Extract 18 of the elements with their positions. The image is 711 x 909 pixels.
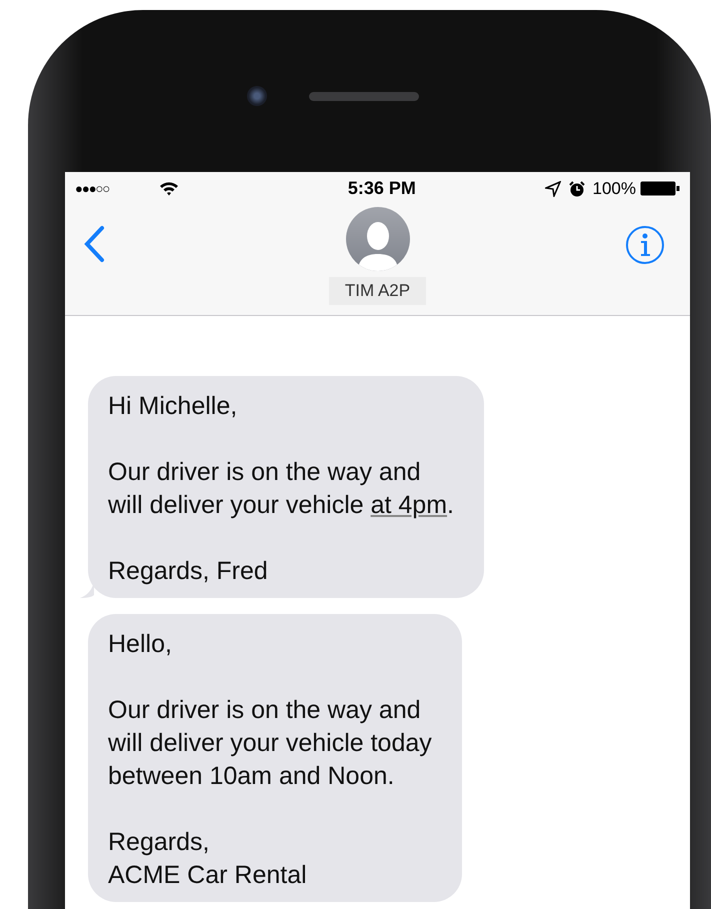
alarm-clock-icon xyxy=(568,180,585,196)
camera-icon xyxy=(247,86,267,106)
clock-time: 5:36 PM xyxy=(346,177,417,200)
message-text: Hi Michelle, xyxy=(108,391,238,422)
message-text: Our driver is on the way and will deliver your vehicle today between 10am and Noon. xyxy=(108,695,432,792)
contact-name[interactable]: TIM A2P xyxy=(328,277,426,304)
signal-strength: ●●●○○ xyxy=(75,180,110,198)
message-text: Hello, xyxy=(108,629,173,660)
time-link[interactable]: at 4pm xyxy=(370,491,448,519)
info-icon[interactable] xyxy=(625,225,665,265)
location-arrow-icon xyxy=(544,180,561,196)
message-text: Regards, Fred xyxy=(108,556,269,587)
wifi-icon xyxy=(159,181,180,196)
battery-percentage: 100% xyxy=(592,178,636,200)
back-chevron-icon[interactable] xyxy=(83,225,105,263)
battery-icon xyxy=(640,181,680,196)
message-text: Regards, ACME Car Rental xyxy=(108,827,308,891)
message-text: Our driver is on the way and will deliver your vehicle at 4pm. xyxy=(108,457,454,521)
